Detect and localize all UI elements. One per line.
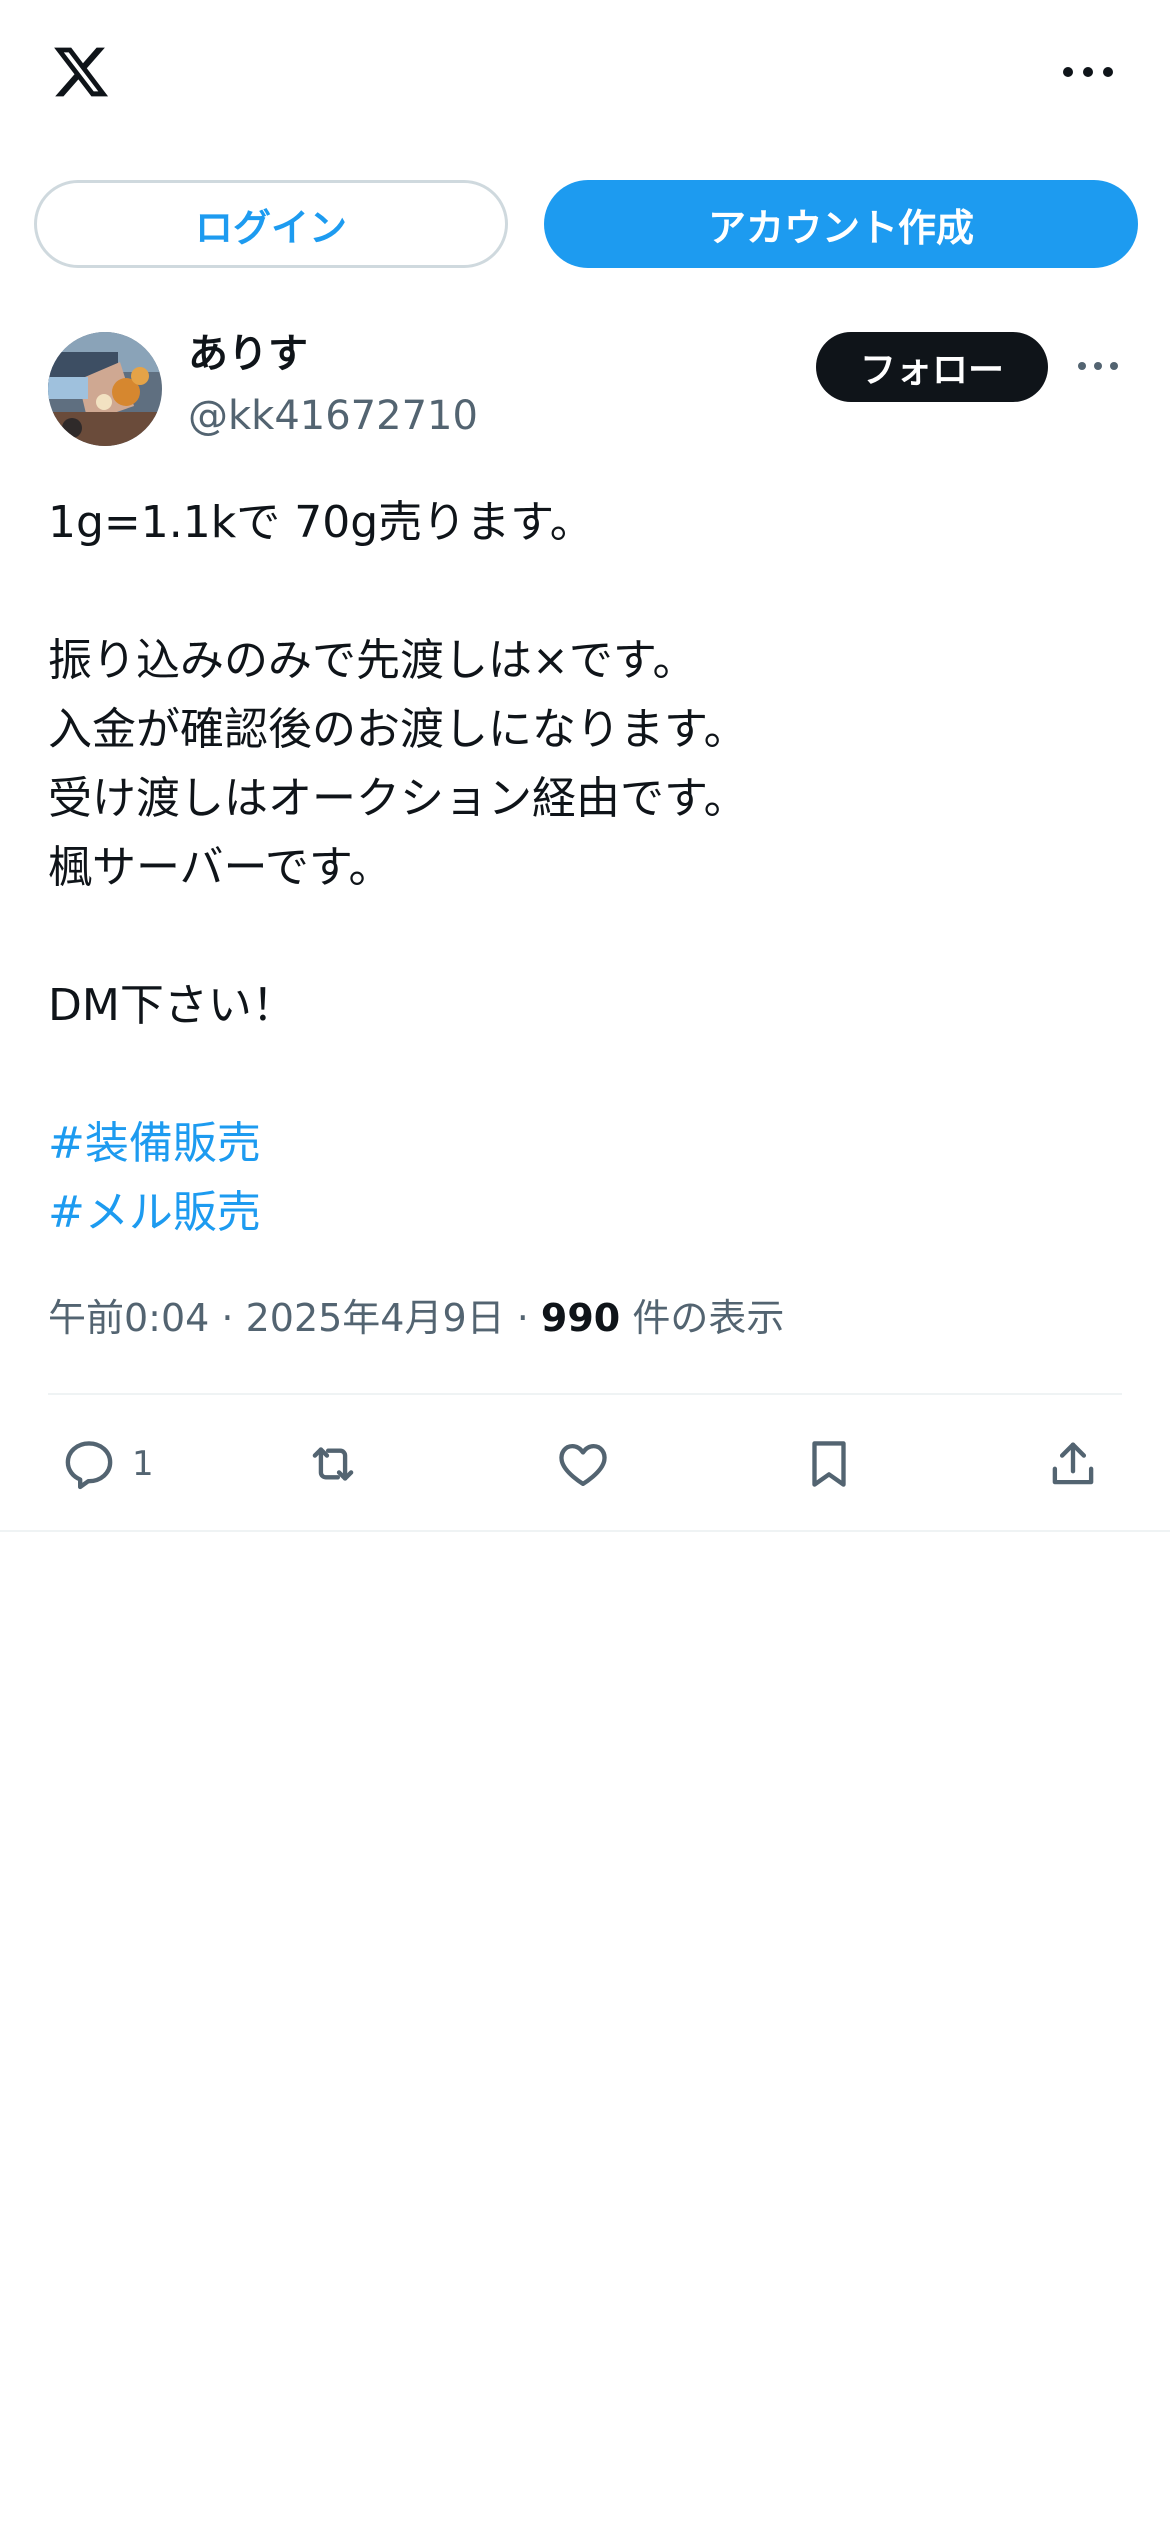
tweet-line: 振り込みのみで先渡しは×です。 [48, 635, 697, 686]
tweet-page: ログイン アカウント作成 ありす @kk41672710 フォロー 1g=1.1… [0, 0, 1170, 2532]
create-account-button[interactable]: アカウント作成 [544, 180, 1138, 268]
create-account-button-label: アカウント作成 [707, 205, 974, 250]
share-icon [1052, 1442, 1094, 1485]
views-label: 件の表示 [620, 1296, 785, 1340]
hashtag-link[interactable]: #メル販売 [48, 1178, 1128, 1247]
tweet-time[interactable]: 午前0:04 [48, 1296, 209, 1340]
follow-button[interactable]: フォロー [816, 332, 1048, 402]
bookmark-icon [812, 1441, 846, 1487]
hashtag-link[interactable]: #装備販売 [48, 1109, 1128, 1178]
tweet-line: DM下さい！ [48, 980, 296, 1031]
login-button-label: ログイン [194, 205, 347, 250]
repost-icon [312, 1447, 354, 1481]
follow-button-label: フォロー [859, 350, 1004, 391]
tweet-meta: 午前0:04 · 2025年4月9日 · 990 件の表示 [48, 1290, 784, 1346]
like-button[interactable] [554, 1432, 612, 1496]
tweet-text: 1g=1.1kで 70g売ります。 振り込みのみで先渡しは×です。 入金が確認後… [48, 488, 1128, 1247]
heart-icon [559, 1443, 607, 1486]
author-handle[interactable]: @kk41672710 [188, 392, 478, 440]
author-display-name[interactable]: ありす [188, 330, 308, 378]
x-logo-icon[interactable] [48, 42, 114, 102]
tweet-line: 楓サーバーです。 [48, 842, 393, 893]
tweet-date[interactable]: 2025年4月9日 [246, 1296, 505, 1340]
top-bar [0, 0, 1170, 150]
divider [48, 1393, 1122, 1395]
avatar[interactable] [48, 332, 162, 446]
tweet-line: 入金が確認後のお渡しになります。 [48, 704, 748, 755]
reply-icon [65, 1441, 113, 1490]
views-count: 990 [540, 1296, 621, 1340]
divider [0, 1530, 1170, 1532]
reply-button[interactable]: 1 [60, 1432, 154, 1496]
meta-separator: · [504, 1296, 541, 1340]
tweet-line: 1g=1.1kで 70g売ります。 [48, 497, 594, 548]
repost-button[interactable] [304, 1432, 362, 1496]
tweet-line: 受け渡しはオークション経由です。 [48, 773, 748, 824]
reply-count: 1 [132, 1444, 154, 1484]
avatar-image [48, 332, 162, 446]
bookmark-button[interactable] [800, 1432, 858, 1496]
share-button[interactable] [1044, 1432, 1102, 1496]
meta-separator: · [209, 1296, 246, 1340]
tweet-more-icon[interactable] [1076, 356, 1120, 376]
login-button[interactable]: ログイン [34, 180, 508, 268]
more-horizontal-icon[interactable] [1060, 60, 1116, 84]
